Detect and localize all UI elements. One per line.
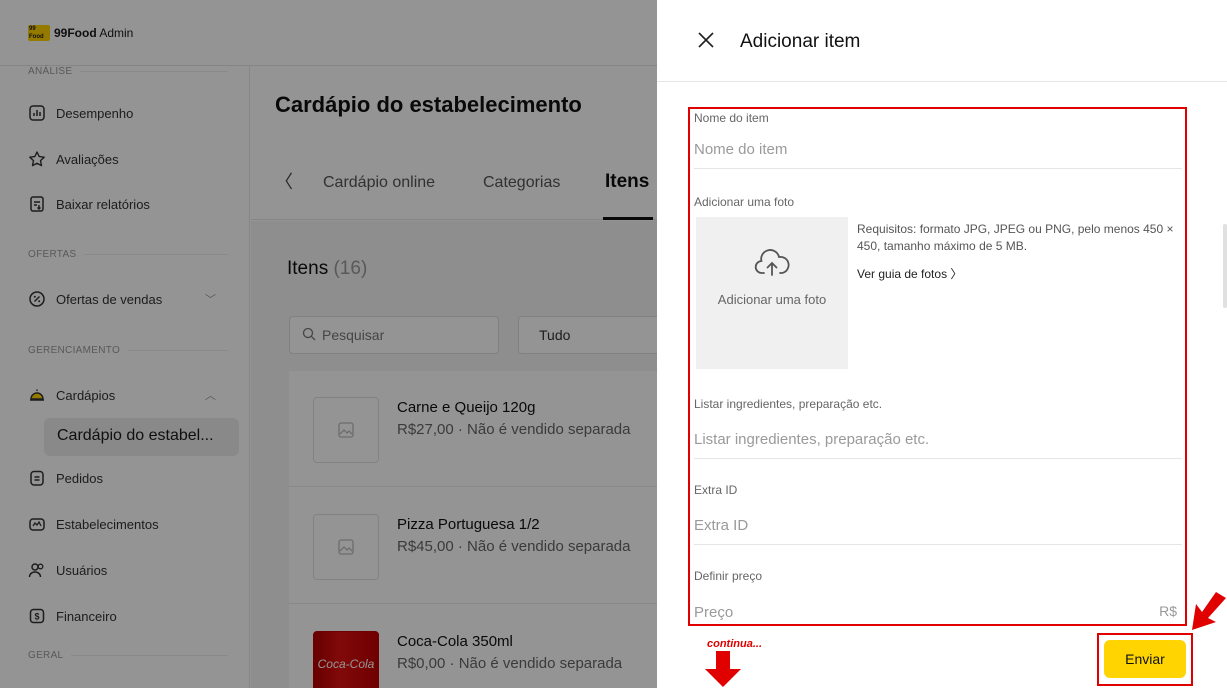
drawer-header: Adicionar item [657, 0, 1227, 82]
price-label: Definir preço [694, 569, 763, 583]
currency-suffix: R$ [1159, 603, 1177, 619]
add-item-drawer: Adicionar item Nome do item Adicionar um… [657, 0, 1227, 688]
photo-label: Adicionar uma foto [694, 195, 795, 209]
add-photo-text: Adicionar uma foto [717, 292, 827, 307]
chevron-right-icon: 〉 [950, 267, 963, 281]
submit-button[interactable]: Enviar [1104, 640, 1186, 678]
photo-requirements: Requisitos: formato JPG, JPEG ou PNG, pe… [857, 222, 1174, 253]
continues-annotation: continua... [707, 638, 762, 650]
extra-id-label: Extra ID [694, 483, 738, 497]
item-name-input[interactable] [694, 131, 1182, 169]
name-label: Nome do item [694, 111, 769, 125]
add-photo-button[interactable]: Adicionar uma foto [696, 217, 848, 369]
form-highlight-box: Nome do item Adicionar uma foto Adiciona… [688, 107, 1187, 631]
drawer-title: Adicionar item [740, 31, 861, 52]
price-input[interactable] [694, 593, 1134, 631]
upload-cloud-icon [754, 249, 790, 276]
description-label: Listar ingredientes, preparação etc. [694, 397, 883, 411]
arrow-down-icon [705, 651, 741, 687]
arrow-diagonal-icon [1192, 592, 1226, 630]
close-icon[interactable] [695, 29, 717, 51]
modal-backdrop[interactable] [0, 0, 657, 688]
photo-guide-label: Ver guia de fotos [857, 267, 948, 281]
photo-guide-link[interactable]: Ver guia de fotos 〉 [857, 265, 962, 282]
scrollbar[interactable] [1223, 224, 1227, 308]
extra-id-input[interactable] [694, 507, 1182, 545]
description-input[interactable] [694, 421, 1182, 459]
